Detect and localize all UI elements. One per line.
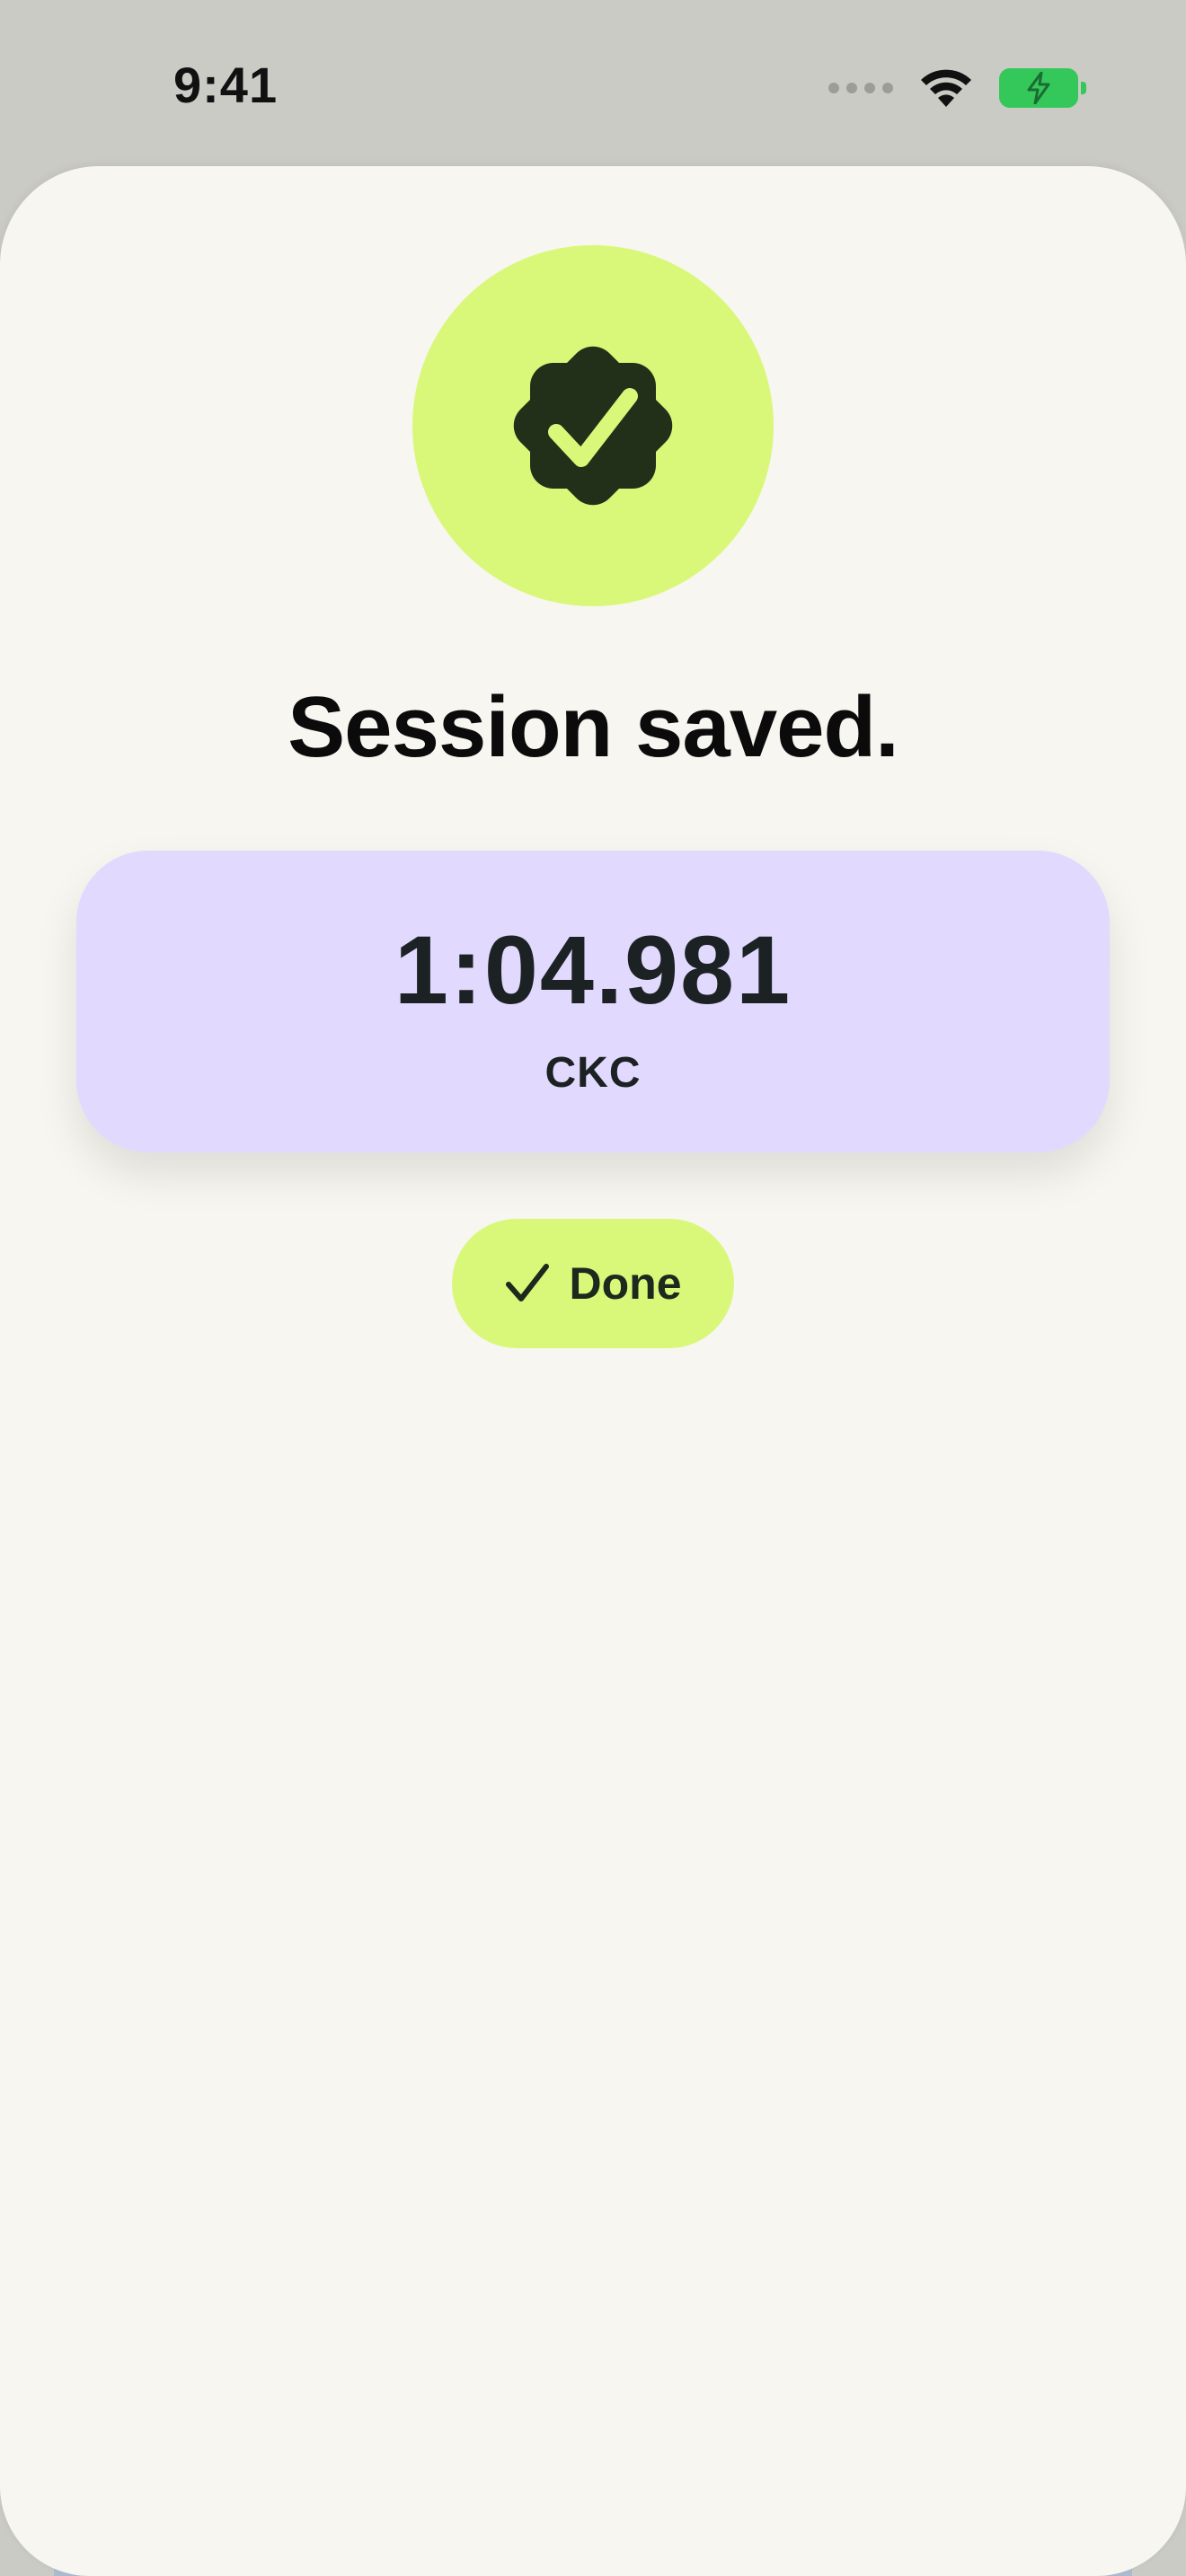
badge-circle xyxy=(412,245,774,606)
checkmark-icon xyxy=(505,1264,549,1301)
wifi-icon xyxy=(921,69,971,107)
done-label: Done xyxy=(569,1258,682,1309)
result-card: 1:04.981 CKC xyxy=(76,851,1110,1152)
battery-charging-icon xyxy=(999,68,1086,108)
success-sheet: Session saved. 1:04.981 CKC Done xyxy=(0,166,1186,2576)
status-icons xyxy=(828,65,1086,111)
status-time: 9:41 xyxy=(173,57,279,113)
cellular-dots-icon xyxy=(828,83,893,93)
result-label: CKC xyxy=(544,1049,642,1097)
status-bar: 9:41 xyxy=(0,0,1186,171)
result-time: 1:04.981 xyxy=(394,915,792,1024)
checkmark-seal-icon xyxy=(513,346,673,506)
bolt-icon xyxy=(1027,72,1050,104)
done-button[interactable]: Done xyxy=(452,1219,734,1348)
headline: Session saved. xyxy=(288,679,899,775)
